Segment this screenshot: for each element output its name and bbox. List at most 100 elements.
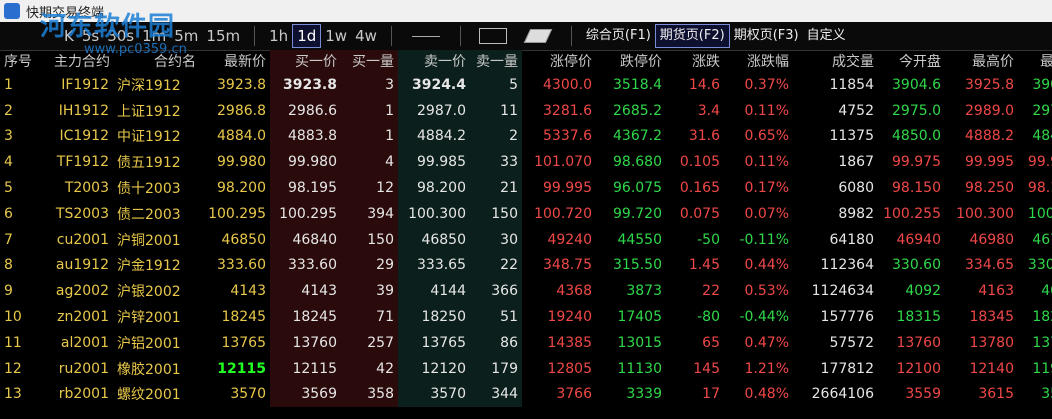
header-limit-up[interactable]: 涨停价	[522, 50, 596, 72]
cell-low: 1374	[1032, 334, 1052, 351]
header-change-pct[interactable]: 涨跌幅	[724, 50, 793, 72]
header-high[interactable]: 最高价	[945, 50, 1018, 72]
header-ask-price[interactable]: 卖一价	[398, 50, 470, 72]
header-low[interactable]: 最低	[1018, 50, 1052, 72]
table-row[interactable]: 12 ru2001 橡胶2001 12115 12115 42 12120 179 12805 1…	[0, 355, 1052, 382]
cell-change-pct: 1.21%	[744, 360, 789, 377]
header-bid-volume[interactable]: 买一量	[341, 50, 398, 72]
table-row[interactable]: 6 TS2003 债二2003 100.295 100.295 394 100.300 150…	[0, 200, 1052, 227]
cell-limit-down: 99.720	[613, 205, 662, 222]
cell-limit-down: 3873	[626, 283, 662, 300]
page-custom-button[interactable]: 自定义	[803, 25, 850, 47]
table-row[interactable]: 11 al2001 沪铝2001 13765 13760 257 13765 86 14385 1…	[0, 329, 1052, 356]
cell-high: 18345	[969, 309, 1014, 326]
cell-change-pct: 0.65%	[744, 128, 789, 145]
table-row[interactable]: 2 IH1912 上证1912 2986.8 2986.6 1 2987.0 11 3281.6…	[0, 97, 1052, 124]
cell-index: 9	[4, 283, 13, 300]
table-row[interactable]: 3 IC1912 中证1912 4884.0 4883.8 1 4884.2 2 5337.6 4…	[0, 123, 1052, 150]
cell-change: 65	[702, 334, 720, 351]
header-open[interactable]: 今开盘	[878, 50, 945, 72]
period-1h-button[interactable]: 1h	[265, 25, 292, 47]
cell-open: 12100	[896, 360, 941, 377]
cell-name: 沪锌2001	[117, 310, 181, 327]
cell-limit-up: 19240	[547, 309, 592, 326]
cell-ask-price: 100.300	[398, 200, 470, 227]
period-4w-button[interactable]: 4w	[351, 25, 381, 47]
cell-high: 4888.2	[965, 128, 1014, 145]
header-limit-down[interactable]: 跌停价	[596, 50, 666, 72]
header-ask-volume[interactable]: 卖一量	[470, 50, 522, 72]
cell-ask-volume: 22	[470, 252, 522, 279]
cell-change-pct: 0.11%	[744, 154, 789, 171]
cell-bid-volume: 358	[341, 381, 398, 408]
eraser-tool-icon[interactable]	[523, 29, 553, 43]
cell-ask-volume: 366	[470, 278, 522, 305]
cell-bid-price: 4143	[270, 278, 341, 305]
cell-name: 上证1912	[117, 103, 181, 120]
period-15m-button[interactable]: 15m	[202, 25, 244, 47]
cell-high: 4163	[978, 283, 1014, 300]
table-row[interactable]: 5 T2003 债十2003 98.200 98.195 12 98.200 21 99.995…	[0, 175, 1052, 201]
app-icon	[4, 3, 20, 19]
draw-rectangle-tool-icon[interactable]	[478, 28, 507, 44]
table-row[interactable]: 9 ag2002 沪银2002 4143 4143 39 4144 366 4368 3873 22…	[0, 278, 1052, 305]
toolbar-divider	[459, 26, 461, 46]
header-bid-price[interactable]: 买一价	[270, 50, 341, 72]
cell-change: 17	[702, 386, 720, 403]
table-row[interactable]: 13 rb2001 螺纹2001 3570 3569 358 3570 344 3766 3339…	[0, 381, 1052, 408]
cell-change: 1.45	[688, 257, 720, 274]
cell-change: 22	[702, 283, 720, 300]
cell-contract: TF1912	[56, 154, 109, 171]
cell-last-price: 12115	[217, 360, 266, 377]
cell-name: 沪银2002	[117, 284, 181, 301]
cell-high: 3925.8	[965, 76, 1014, 93]
cell-bid-volume: 3	[341, 72, 398, 98]
cell-volume: 157776	[820, 309, 874, 326]
cell-last-price: 46850	[221, 231, 266, 248]
page-futures-button[interactable]: 期货页(F2)	[654, 24, 730, 48]
cell-high: 2989.0	[965, 102, 1014, 119]
cell-low: 4676	[1032, 231, 1052, 248]
cell-open: 13760	[896, 334, 941, 351]
cell-limit-down: 3339	[626, 386, 662, 403]
cell-volume: 11854	[829, 76, 874, 93]
header-change[interactable]: 涨跌	[666, 50, 724, 72]
cell-limit-up: 4300.0	[543, 76, 592, 93]
cell-volume: 11375	[829, 128, 874, 145]
header-last-price[interactable]: 最新价	[200, 50, 270, 72]
page-overview-button[interactable]: 综合页(F1)	[582, 25, 655, 47]
watermark-logo: 河东软件园	[40, 12, 176, 42]
cell-contract: rb2001	[58, 386, 109, 403]
table-row[interactable]: 7 cu2001 沪铜2001 46850 46840 150 46850 30 49240 44…	[0, 226, 1052, 253]
period-1d-button[interactable]: 1d	[292, 24, 322, 48]
cell-open: 3559	[905, 386, 941, 403]
page-options-button[interactable]: 期权页(F3)	[730, 25, 803, 47]
header-name[interactable]: 合约名	[113, 50, 200, 72]
cell-index: 7	[4, 231, 13, 248]
table-row[interactable]: 1 IF1912 沪深1912 3923.8 3923.8 3 3924.4 5 4300.0 3…	[0, 72, 1052, 98]
header-index[interactable]: 序号	[0, 50, 50, 72]
cell-contract: zn2001	[57, 309, 109, 326]
cell-bid-volume: 39	[341, 278, 398, 305]
cell-contract: T2003	[64, 180, 109, 197]
cell-bid-price: 100.295	[270, 200, 341, 227]
toolbar-divider	[570, 26, 572, 46]
table-row[interactable]: 4 TF1912 债五1912 99.980 99.980 4 99.985 33 101.07…	[0, 149, 1052, 176]
cell-ask-price: 3924.4	[398, 72, 470, 98]
cell-change-pct: 0.11%	[744, 102, 789, 119]
cell-ask-volume: 150	[470, 200, 522, 227]
table-row[interactable]: 10 zn2001 沪锌2001 18245 18245 71 18250 51 19240 17…	[0, 304, 1052, 330]
period-1w-button[interactable]: 1w	[321, 25, 351, 47]
cell-bid-volume: 29	[341, 252, 398, 279]
cell-last-price: 18245	[221, 309, 266, 326]
cell-ask-volume: 51	[470, 304, 522, 330]
cell-low: 1823	[1032, 309, 1052, 326]
cell-low: 355	[1041, 386, 1052, 403]
cell-name: 沪金1912	[117, 258, 181, 275]
cell-name: 债五1912	[117, 155, 181, 172]
draw-line-tool-icon[interactable]	[411, 35, 440, 37]
header-volume[interactable]: 成交量	[793, 50, 878, 72]
cell-low: 99.92	[1027, 154, 1052, 171]
table-row[interactable]: 8 au1912 沪金1912 333.60 333.60 29 333.65 22 348.7…	[0, 252, 1052, 279]
header-contract[interactable]: 主力合约	[50, 50, 113, 72]
